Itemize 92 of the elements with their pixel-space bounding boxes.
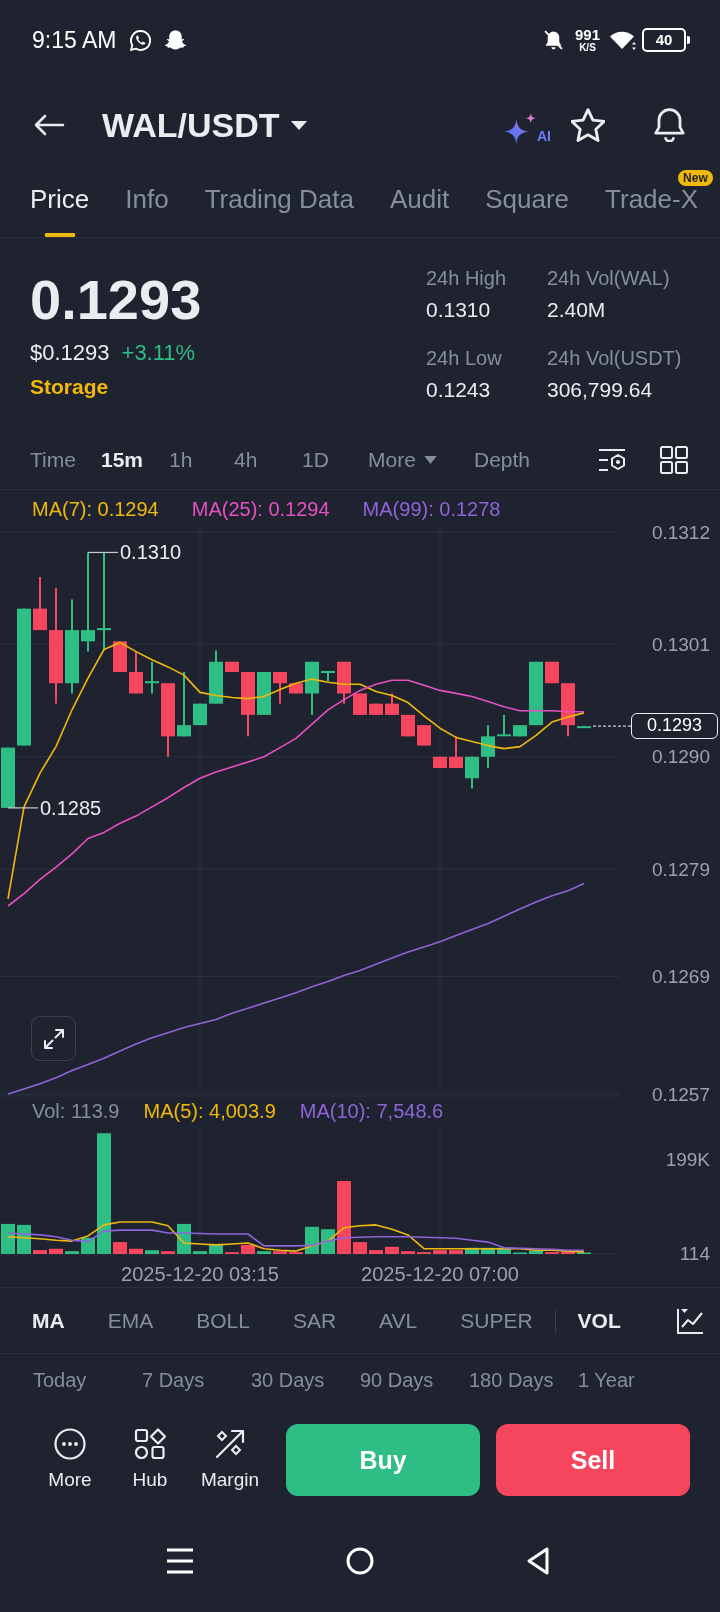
battery-percent: 40 (655, 32, 673, 48)
interval-tab[interactable]: Depth (474, 446, 531, 473)
diagonal-arrow-icon (214, 1428, 246, 1460)
pair-title[interactable]: WAL/USDT (102, 105, 280, 145)
price-change: +3.11% (121, 340, 196, 366)
wifi-icon (610, 30, 636, 50)
stat-value: 2.40M (547, 297, 607, 323)
marker-price-label: 0.1310 (120, 542, 182, 563)
menu-icon[interactable] (166, 1548, 194, 1574)
category-tag[interactable]: Storage (30, 374, 109, 400)
moving-average-legend: MA(99): 0.1278 (362, 497, 501, 521)
new-badge: New (678, 170, 713, 186)
volume-axis-label: 199K (665, 1149, 710, 1169)
muted-bell-icon (543, 29, 563, 51)
price-axis-label: 0.1257 (651, 1084, 710, 1104)
ghost-icon (165, 29, 187, 51)
stat-value: 0.1310 (426, 297, 492, 323)
period-label: 90 Days (360, 1368, 435, 1393)
back-arrow-icon[interactable] (33, 113, 65, 137)
status-time: 9:15 AM (32, 26, 117, 54)
expand-button[interactable] (31, 1016, 76, 1061)
stat-label: 24h Low (426, 346, 503, 371)
price-axis-label: 0.1301 (651, 634, 710, 654)
stat-value: 0.1243 (426, 377, 492, 403)
indicator-tab[interactable]: BOLL (196, 1307, 250, 1334)
interval-tab[interactable]: 1h (169, 446, 193, 473)
period-label: 1 Year (578, 1368, 636, 1393)
tab[interactable]: Square (485, 186, 570, 237)
action-button[interactable]: More (30, 1428, 110, 1492)
network-speed: 991 (574, 27, 600, 42)
caret-down-icon (423, 455, 437, 464)
last-price: 0.1293 (30, 270, 202, 330)
buy-button[interactable]: Buy (286, 1424, 480, 1496)
interval-tab[interactable]: 1D (302, 446, 329, 473)
chat-bubble-icon (130, 29, 152, 51)
last-price-line (592, 725, 632, 727)
interval-tab[interactable]: Time (30, 446, 76, 473)
stat-label: 24h High (426, 266, 508, 291)
tab[interactable]: Price (30, 186, 90, 237)
caret-down-icon[interactable] (289, 119, 308, 131)
price-axis-label: 0.1269 (651, 967, 710, 986)
period-label: 30 Days (251, 1368, 326, 1393)
marker-price-label: 0.1285 (40, 797, 102, 818)
volume-legend: MA(5): 4,003.9 (143, 1099, 276, 1123)
interval-tab[interactable]: 15m (101, 446, 144, 473)
action-button[interactable]: Margin (190, 1428, 270, 1492)
tab[interactable]: Trading Data (204, 186, 354, 237)
tab[interactable]: Audit (389, 186, 450, 237)
bell-icon[interactable] (653, 108, 686, 142)
home-circle-icon[interactable] (346, 1547, 374, 1575)
tab[interactable]: Info (125, 186, 169, 237)
stat-label: 24h Vol(WAL) (547, 266, 671, 291)
price-axis-label: 0.1312 (651, 522, 710, 542)
indicator-tab[interactable]: AVL (379, 1307, 418, 1334)
price-axis-label: 0.1290 (651, 747, 710, 767)
indicator-tab[interactable]: VOL (577, 1307, 621, 1334)
interval-tab[interactable]: More (368, 446, 437, 473)
speed-unit: K/S (579, 42, 596, 53)
usd-price: $0.1293 (30, 340, 110, 366)
stat-value: 306,799.64 (547, 377, 654, 403)
ai-assistant-button[interactable]: AI (504, 106, 551, 144)
volume-legend: Vol: 113.9 (32, 1099, 120, 1123)
sell-button[interactable]: Sell (496, 1424, 690, 1496)
expand-icon (43, 1028, 64, 1049)
time-axis-label: 2025-12-20 03:15 (121, 1264, 279, 1284)
line-chart-icon[interactable] (676, 1306, 704, 1335)
price-axis-label: 0.1279 (651, 859, 710, 879)
last-price-tag: 0.1293 (631, 713, 718, 740)
indicator-tab[interactable]: MA (32, 1307, 65, 1334)
volume-legend: MA(10): 7,548.6 (299, 1099, 444, 1123)
volume-axis-label: 114 (679, 1244, 710, 1264)
marker-line (7, 807, 39, 809)
indicator-tab[interactable]: EMA (107, 1307, 154, 1334)
shapes-grid-icon (134, 1428, 166, 1460)
more-dots-icon (54, 1428, 86, 1460)
grid-layout-icon[interactable] (660, 445, 688, 474)
tab[interactable]: Trade-X (605, 186, 699, 237)
star-icon[interactable] (571, 108, 605, 142)
marker-line (87, 551, 119, 554)
indicator-tab[interactable]: SAR (292, 1307, 337, 1334)
interval-tab[interactable]: 4h (234, 446, 258, 473)
period-label: Today (33, 1368, 88, 1393)
period-label: 7 Days (142, 1368, 206, 1393)
period-label: 180 Days (469, 1368, 555, 1393)
indicator-tab[interactable]: SUPER (460, 1307, 533, 1334)
moving-average-legend: MA(25): 0.1294 (191, 497, 330, 521)
sparkle-icon (504, 113, 536, 144)
stat-label: 24h Vol(USDT) (547, 346, 683, 371)
moving-average-legend: MA(7): 0.1294 (32, 497, 159, 521)
action-button[interactable]: Hub (110, 1428, 190, 1492)
time-axis-label: 2025-12-20 07:00 (361, 1264, 519, 1284)
back-triangle-icon[interactable] (526, 1546, 550, 1576)
